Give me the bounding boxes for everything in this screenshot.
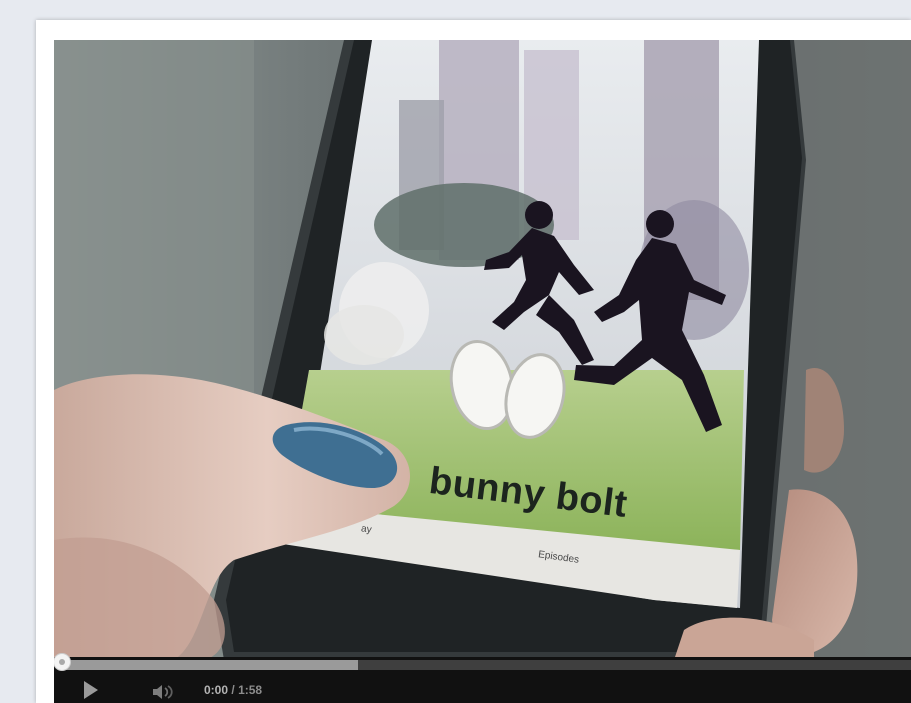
time-separator: / [231,683,235,697]
volume-icon[interactable] [152,684,180,700]
video-frame-image: bunny bolt ay Episodes [54,40,911,660]
current-time: 0:00 [204,683,229,697]
video-player[interactable]: bunny bolt ay Episodes 0:00 / 1:58 [54,40,911,703]
play-icon[interactable] [84,681,98,699]
video-thumbnail-illustration [54,40,911,660]
video-controls-bar: 0:00 / 1:58 [54,653,911,703]
time-display: 0:00 / 1:58 [204,683,262,697]
duration: 1:58 [238,683,263,697]
app-nav-play-label: ay [360,523,373,536]
progress-buffered [60,660,358,670]
